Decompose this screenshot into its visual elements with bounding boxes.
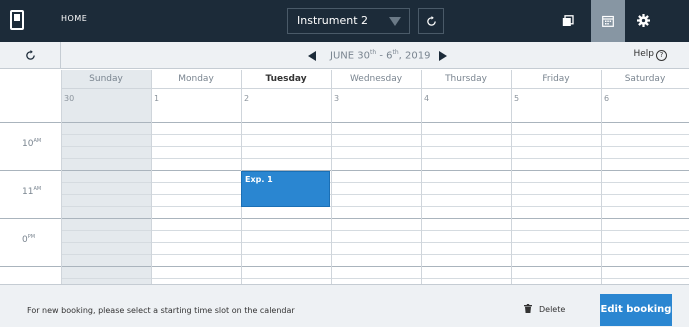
top-bar: HOME Instrument 2 xyxy=(0,0,689,42)
week-calendar[interactable]: Sunday Monday Tuesday Wednesday Thursday… xyxy=(0,70,689,284)
day-header-sunday: Sunday xyxy=(89,74,123,84)
booking-event[interactable]: Exp. 1 xyxy=(241,171,330,207)
day-number: 4 xyxy=(424,94,430,103)
refresh-icon xyxy=(26,50,35,60)
day-number: 1 xyxy=(154,94,160,103)
column-divider xyxy=(511,70,512,284)
column-divider xyxy=(601,70,602,284)
refresh-icon xyxy=(427,16,436,26)
day-header-tuesday: Tuesday xyxy=(265,74,307,84)
slot-line xyxy=(61,134,689,135)
hour-line xyxy=(0,266,689,267)
slot-line xyxy=(61,146,689,147)
day-header-thursday: Thursday xyxy=(445,74,487,84)
calendar-icon xyxy=(602,15,614,27)
day-header-monday: Monday xyxy=(178,74,214,84)
chevron-down-icon xyxy=(389,17,401,26)
hour-line xyxy=(0,122,689,123)
day-number: 5 xyxy=(514,94,520,103)
help-button[interactable]: Help? xyxy=(633,49,667,61)
refresh-button[interactable] xyxy=(418,8,444,34)
day-number: 3 xyxy=(334,94,340,103)
device-icon[interactable] xyxy=(10,10,24,30)
column-divider xyxy=(151,70,152,284)
next-week-icon[interactable] xyxy=(439,51,447,61)
day-number: 2 xyxy=(244,94,250,103)
footer-bar: For new booking, please select a startin… xyxy=(0,284,689,327)
calendar-tab[interactable] xyxy=(591,0,625,42)
prev-week-icon[interactable] xyxy=(308,51,316,61)
trash-icon xyxy=(524,304,532,313)
booking-event-title: Exp. 1 xyxy=(245,175,273,184)
instrument-select-value: Instrument 2 xyxy=(297,14,369,27)
column-divider xyxy=(421,70,422,284)
delete-button[interactable]: Delete xyxy=(524,304,565,314)
day-number: 6 xyxy=(604,94,610,103)
date-range: JUNE 30th - 6th, 2019 xyxy=(330,49,431,62)
hour-label-10am: 10AM xyxy=(22,138,42,149)
slot-line xyxy=(61,158,689,159)
instrument-select[interactable]: Instrument 2 xyxy=(287,8,410,34)
slot-line xyxy=(61,242,689,243)
slot-line xyxy=(61,230,689,231)
home-link[interactable]: HOME xyxy=(61,14,87,23)
day-header-saturday: Saturday xyxy=(624,74,666,84)
slot-line xyxy=(61,194,689,195)
edit-booking-button[interactable]: Edit booking xyxy=(600,294,672,326)
day-header-friday: Friday xyxy=(542,74,570,84)
column-divider xyxy=(331,70,332,284)
column-divider xyxy=(61,70,62,284)
hour-label-11am: 11AM xyxy=(22,186,42,197)
calendar-refresh-button[interactable] xyxy=(0,42,61,69)
hour-label-0pm: 0PM xyxy=(22,234,36,245)
day-header-wednesday: Wednesday xyxy=(349,74,403,84)
day-number: 30 xyxy=(64,94,75,103)
hour-line xyxy=(0,218,689,219)
header-divider xyxy=(61,88,689,89)
slot-line xyxy=(61,254,689,255)
hour-line xyxy=(0,170,689,171)
slot-line xyxy=(61,206,689,207)
copy-icon[interactable] xyxy=(562,15,574,27)
slot-line xyxy=(61,182,689,183)
slot-line xyxy=(61,278,689,279)
gear-icon[interactable] xyxy=(637,14,650,27)
sunday-column xyxy=(61,70,151,284)
help-icon: ? xyxy=(656,50,667,61)
week-nav-bar: JUNE 30th - 6th, 2019 Help? xyxy=(0,42,689,69)
booking-hint: For new booking, please select a startin… xyxy=(27,306,295,315)
